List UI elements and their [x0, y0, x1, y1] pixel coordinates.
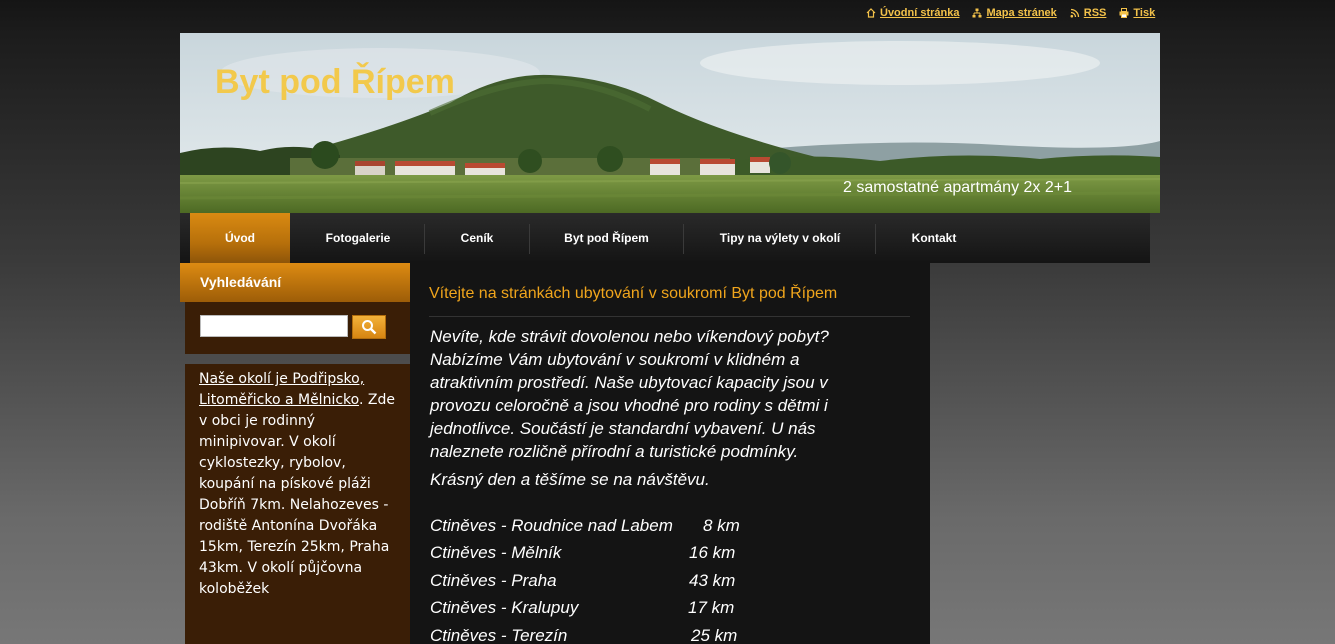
distance-km: 43 km	[689, 571, 736, 590]
sidebar-info: Naše okolí je Podřipsko, Litoměřicko a M…	[185, 364, 410, 644]
distance-route: Ctiněves - Mělník	[430, 543, 562, 562]
nav-item-uvod[interactable]: Úvod	[190, 213, 290, 263]
intro-text: Nevíte, kde strávit dovolenou nebo víken…	[430, 325, 870, 496]
page-title: Vítejte na stránkách ubytování v soukrom…	[429, 285, 838, 302]
distance-row: Ctiněves - Terezín 25 km	[430, 626, 737, 644]
site-subtitle: 2 samostatné apartmány 2x 2+1	[842, 179, 1072, 196]
top-links: Úvodní stránka Mapa stránek RSS Tisk	[866, 6, 1155, 20]
search-button[interactable]	[352, 315, 386, 339]
nav-item-fotogalerie[interactable]: Fotogalerie	[292, 213, 424, 263]
print-link[interactable]: Tisk	[1119, 7, 1155, 19]
home-link-label: Úvodní stránka	[880, 7, 960, 19]
distance-route: Ctiněves - Kralupuy	[430, 598, 579, 617]
header-banner: Byt pod Řípem 2 samostatné apartmány 2x …	[180, 33, 1160, 213]
nav-item-tipy-na-vylety[interactable]: Tipy na výlety v okolí	[684, 213, 876, 263]
distance-km: 25 km	[691, 626, 738, 644]
distance-route: Ctiněves - Roudnice nad Labem	[430, 516, 673, 535]
region-link[interactable]: Naše okolí je Podřipsko, Litoměřicko a M…	[199, 371, 364, 408]
main-content: Vítejte na stránkách ubytování v soukrom…	[410, 263, 930, 644]
distance-km: 8 km	[703, 516, 740, 535]
rss-link-label: RSS	[1083, 7, 1107, 19]
site-title[interactable]: Byt pod Řípem	[215, 63, 455, 102]
search-box-header: Vyhledávání	[180, 263, 410, 302]
nav-item-cenik[interactable]: Ceník	[425, 213, 529, 263]
distance-route: Ctiněves - Terezín	[430, 626, 568, 644]
title-divider	[429, 316, 910, 317]
distance-row: Ctiněves - Mělník 16 km	[430, 543, 735, 563]
distance-route: Ctiněves - Praha	[430, 571, 557, 590]
search-box-title: Vyhledávání	[200, 274, 282, 290]
home-icon	[866, 8, 876, 18]
distance-km: 16 km	[689, 543, 736, 562]
sitemap-icon	[972, 8, 982, 18]
distance-row: Ctiněves - Praha 43 km	[430, 571, 735, 591]
print-link-label: Tisk	[1133, 7, 1156, 19]
print-icon	[1119, 8, 1129, 18]
sitemap-link-label: Mapa stránek	[986, 7, 1057, 19]
rss-link[interactable]: RSS	[1070, 7, 1107, 19]
distance-row: Ctiněves - Kralupuy 17 km	[430, 598, 734, 618]
greeting-paragraph: Krásný den a těšíme se na návštěvu.	[430, 470, 710, 489]
nav-item-kontakt[interactable]: Kontakt	[876, 213, 992, 263]
distance-km: 17 km	[688, 598, 735, 617]
rss-icon	[1070, 8, 1079, 18]
distance-row: Ctiněves - Roudnice nad Labem 8 km	[430, 516, 740, 536]
main-nav: Úvod Fotogalerie Ceník Byt pod Řípem Tip…	[180, 213, 1150, 263]
region-link-suffix: .	[358, 392, 364, 408]
search-icon	[362, 320, 377, 335]
search-input[interactable]	[200, 315, 348, 337]
intro-paragraph: Nevíte, kde strávit dovolenou nebo víken…	[430, 327, 829, 461]
sitemap-link[interactable]: Mapa stránek	[972, 7, 1057, 19]
home-link[interactable]: Úvodní stránka	[866, 7, 959, 19]
nav-item-byt-pod-ripem[interactable]: Byt pod Řípem	[530, 213, 683, 263]
sidebar-info-text: Zde v obci je rodinný minipivovar. V oko…	[199, 392, 395, 597]
search-box	[185, 302, 410, 354]
